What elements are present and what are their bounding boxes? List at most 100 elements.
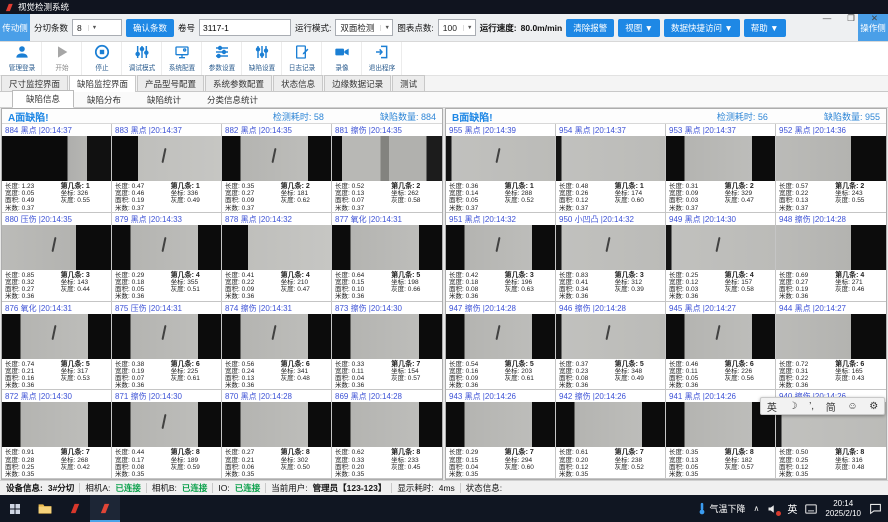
defect-cell[interactable]: 942 擦伤 |20:14:26 长度: 0.61 宽度: 0.20 面积: 0… (556, 390, 666, 479)
sub-tab[interactable]: 缺陷信息 (12, 90, 74, 108)
taskbar-clock[interactable]: 20:14 2025/2/10 (825, 499, 861, 518)
drive-side-chip[interactable]: 传动侧 (0, 14, 30, 41)
start-button[interactable] (0, 495, 30, 522)
defect-image (556, 402, 665, 447)
roll-input[interactable] (199, 19, 291, 36)
defect-cell[interactable]: 950 小凹凸 |20:14:32 长度: 0.83 宽度: 0.41 面积: … (556, 213, 666, 302)
stat-meter: 米数: 0.37 (669, 205, 725, 212)
defect-cell[interactable]: 947 擦伤 |20:14:28 长度: 0.54 宽度: 0.16 面积: 0… (446, 302, 556, 391)
main-tab[interactable]: 缺陷监控界面 (69, 75, 136, 92)
action-center-icon[interactable] (869, 502, 882, 515)
stat-area: 面积: 0.05 (449, 197, 505, 204)
defect-cell[interactable]: 877 氧化 |20:14:31 长度: 0.64 宽度: 0.15 面积: 0… (332, 213, 442, 302)
main-tab[interactable]: 测试 (392, 75, 425, 91)
defect-cell[interactable]: 880 压伤 |20:14:35 长度: 0.85 宽度: 0.32 面积: 0… (2, 213, 112, 302)
volume-button[interactable] (767, 503, 779, 515)
defect-cell[interactable]: 872 黑点 |20:14:30 长度: 0.91 宽度: 0.28 面积: 0… (2, 390, 112, 479)
ime-toolbar[interactable]: 英 ☽ ’, 简 ☺ ⚙ (760, 397, 885, 415)
chart-points-select[interactable]: 100 ▼ (438, 19, 476, 36)
defect-cell[interactable]: 943 黑点 |20:14:26 长度: 0.29 宽度: 0.15 面积: 0… (446, 390, 556, 479)
action-camera-button[interactable]: 录像 (322, 42, 362, 75)
action-log-button[interactable]: 日志记录 (282, 42, 322, 75)
defect-cell[interactable]: 945 黑点 |20:14:27 长度: 0.46 宽度: 0.11 面积: 0… (666, 302, 776, 391)
action-user-button[interactable]: 管理登录 (2, 42, 42, 75)
defect-cell[interactable]: 874 擦伤 |20:14:31 长度: 0.56 宽度: 0.24 面积: 0… (222, 302, 332, 391)
defect-cell[interactable]: 946 擦伤 |20:14:28 长度: 0.37 宽度: 0.23 面积: 0… (556, 302, 666, 391)
ime-item[interactable]: 英 (767, 399, 777, 414)
app-taskbar-button-active[interactable] (90, 495, 120, 522)
defect-image (222, 225, 331, 270)
defect-cell[interactable]: 953 黑点 |20:14:37 长度: 0.31 宽度: 0.09 面积: 0… (666, 124, 776, 213)
defect-stats: 长度: 0.44 宽度: 0.17 面积: 0.08 米数: 0.35 第几条:… (112, 447, 221, 478)
action-monitor-button[interactable]: 系统配置 (162, 42, 202, 75)
chevron-down-icon: ▼ (88, 25, 98, 31)
action-slidersV-button[interactable]: 缺陷设置 (242, 42, 282, 75)
tune-icon (134, 44, 150, 62)
defect-cell[interactable]: 952 黑点 |20:14:36 长度: 0.57 宽度: 0.22 面积: 0… (776, 124, 886, 213)
close-button[interactable]: ✕ (871, 13, 878, 24)
defect-cell[interactable]: 944 黑点 |20:14:27 长度: 0.72 宽度: 0.31 面积: 0… (776, 302, 886, 391)
defect-cell[interactable]: 882 黑点 |20:14:35 长度: 0.35 宽度: 0.27 面积: 0… (222, 124, 332, 213)
help-menu-button[interactable]: 帮助 ▼ (744, 19, 786, 37)
clear-alarm-button[interactable]: 清除报警 (566, 19, 614, 37)
defect-cell[interactable]: 879 黑点 |20:14:33 长度: 0.29 宽度: 0.18 面积: 0… (112, 213, 222, 302)
defect-stats: 长度: 0.54 宽度: 0.16 面积: 0.09 米数: 0.36 第几条:… (446, 359, 555, 390)
confirm-count-button[interactable]: 确认条数 (126, 19, 174, 37)
stat-length: 长度: 0.50 (779, 449, 835, 456)
action-stop-button[interactable]: 停止 (82, 42, 122, 75)
data-quick-access-button[interactable]: 数据快捷访问 ▼ (664, 19, 740, 37)
ime-language-indicator[interactable]: 英 (787, 501, 797, 516)
ime-item[interactable]: 简 (826, 399, 836, 414)
defect-stats: 长度: 0.69 宽度: 0.27 面积: 0.19 米数: 0.36 第几条:… (776, 270, 886, 301)
action-slidersH-button[interactable]: 参数设置 (202, 42, 242, 75)
ime-item[interactable]: ’, (809, 401, 814, 412)
main-tab-bar: 尺寸监控界面缺陷监控界面产品型号配置系统参数配置状态信息边缘数据记录测试 (0, 76, 888, 92)
defect-image (2, 225, 111, 270)
ime-item[interactable]: ☽ (788, 401, 797, 412)
defect-cell[interactable]: 954 黑点 |20:14:37 长度: 0.48 宽度: 0.26 面积: 0… (556, 124, 666, 213)
defect-cell[interactable]: 870 黑点 |20:14:28 长度: 0.27 宽度: 0.21 面积: 0… (222, 390, 332, 479)
ime-item[interactable]: ☺ (847, 401, 857, 412)
action-exit-button[interactable]: 退出程序 (362, 42, 402, 75)
maximize-button[interactable]: ❐ (847, 13, 855, 24)
app-taskbar-button[interactable] (60, 495, 90, 522)
sub-tab[interactable]: 缺陷统计 (134, 92, 194, 107)
ime-panel-icon[interactable] (805, 504, 817, 514)
main-tab[interactable]: 产品型号配置 (137, 75, 204, 91)
defect-cell[interactable]: 955 黑点 |20:14:39 长度: 0.36 宽度: 0.14 面积: 0… (446, 124, 556, 213)
weather-widget[interactable]: 气温下降 (698, 502, 746, 515)
sub-tab[interactable]: 分类信息统计 (194, 92, 271, 107)
tray-expand-caret[interactable]: ∧ (754, 504, 760, 513)
defect-cell[interactable]: 869 黑点 |20:14:28 长度: 0.62 宽度: 0.33 面积: 0… (332, 390, 442, 479)
count-value: 884 (421, 112, 436, 122)
defect-cell[interactable]: 948 擦伤 |20:14:28 长度: 0.69 宽度: 0.27 面积: 0… (776, 213, 886, 302)
defect-cell[interactable]: 883 黑点 |20:14:37 长度: 0.47 宽度: 0.46 面积: 0… (112, 124, 222, 213)
view-menu-button[interactable]: 视图 ▼ (618, 19, 660, 37)
chart-points-value: 100 (443, 23, 457, 33)
slit-count-select[interactable]: 8 ▼ (72, 19, 122, 36)
action-play-button[interactable]: 开始 (42, 42, 82, 75)
main-tab[interactable]: 状态信息 (273, 75, 323, 91)
ime-item[interactable]: ⚙ (869, 401, 878, 412)
sub-tab[interactable]: 缺陷分布 (74, 92, 134, 107)
main-tab[interactable]: 尺寸监控界面 (1, 75, 68, 91)
run-mode-select[interactable]: 双面检测 ▼ (335, 19, 393, 36)
defect-cell[interactable]: 949 黑点 |20:14:30 长度: 0.25 宽度: 0.12 面积: 0… (666, 213, 776, 302)
defect-cell[interactable]: 878 黑点 |20:14:32 长度: 0.41 宽度: 0.22 面积: 0… (222, 213, 332, 302)
defect-cell[interactable]: 881 擦伤 |20:14:35 长度: 0.52 宽度: 0.13 面积: 0… (332, 124, 442, 213)
defect-cell-header: 871 擦伤 |20:14:30 (112, 390, 221, 402)
defect-cell[interactable]: 951 黑点 |20:14:32 长度: 0.42 宽度: 0.18 面积: 0… (446, 213, 556, 302)
defect-cell[interactable]: 875 压伤 |20:14:31 长度: 0.38 宽度: 0.19 面积: 0… (112, 302, 222, 391)
defect-cell[interactable]: 884 黑点 |20:14:37 长度: 1.23 宽度: 0.05 面积: 0… (2, 124, 112, 213)
main-tab[interactable]: 边缘数据记录 (324, 75, 391, 91)
minimize-button[interactable]: — (823, 13, 832, 24)
main-tab[interactable]: 系统参数配置 (205, 75, 272, 91)
action-tune-button[interactable]: 调试模式 (122, 42, 162, 75)
defect-cell-header: 946 擦伤 |20:14:28 (556, 302, 665, 314)
defect-cell[interactable]: 873 擦伤 |20:14:30 长度: 0.33 宽度: 0.11 面积: 0… (332, 302, 442, 391)
stat-meter: 米数: 0.36 (449, 293, 505, 300)
file-explorer-button[interactable] (30, 495, 60, 522)
slit-count-value: 8 (77, 23, 82, 33)
defect-cell[interactable]: 871 擦伤 |20:14:30 长度: 0.44 宽度: 0.17 面积: 0… (112, 390, 222, 479)
defect-cell[interactable]: 876 氧化 |20:14:31 长度: 0.74 宽度: 0.21 面积: 0… (2, 302, 112, 391)
